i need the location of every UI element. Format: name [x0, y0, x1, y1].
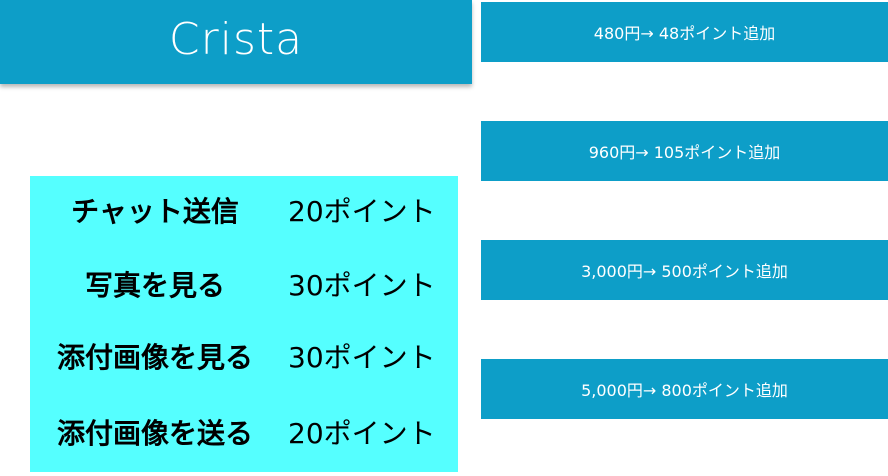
cost-value: 30ポイント	[288, 269, 436, 302]
purchase-5000-button[interactable]: 5,000円→ 800ポイント追加	[481, 359, 888, 419]
cost-row-view-photo: 写真を見る 30ポイント	[30, 264, 458, 304]
purchase-3000-button[interactable]: 3,000円→ 500ポイント追加	[481, 240, 888, 300]
cost-value: 30ポイント	[288, 341, 436, 374]
cost-value: 20ポイント	[288, 417, 436, 450]
cost-label: 添付画像を見る	[56, 341, 253, 374]
cost-row-chat: チャット送信 20ポイント	[30, 190, 458, 230]
cost-label: 添付画像を送る	[56, 417, 253, 450]
cost-row-send-attachment: 添付画像を送る 20ポイント	[30, 412, 458, 452]
app-header: Crista	[0, 0, 472, 84]
cost-label: チャット送信	[71, 195, 239, 228]
purchase-480-button[interactable]: 480円→ 48ポイント追加	[481, 2, 888, 62]
cost-label: 写真を見る	[84, 269, 225, 302]
purchase-960-button[interactable]: 960円→ 105ポイント追加	[481, 121, 888, 181]
cost-row-view-attachment: 添付画像を見る 30ポイント	[30, 336, 458, 376]
cost-value: 20ポイント	[288, 195, 436, 228]
app-logo: Crista	[168, 13, 304, 65]
point-cost-panel: チャット送信 20ポイント 写真を見る 30ポイント 添付画像を見る 30ポイン…	[30, 176, 458, 472]
